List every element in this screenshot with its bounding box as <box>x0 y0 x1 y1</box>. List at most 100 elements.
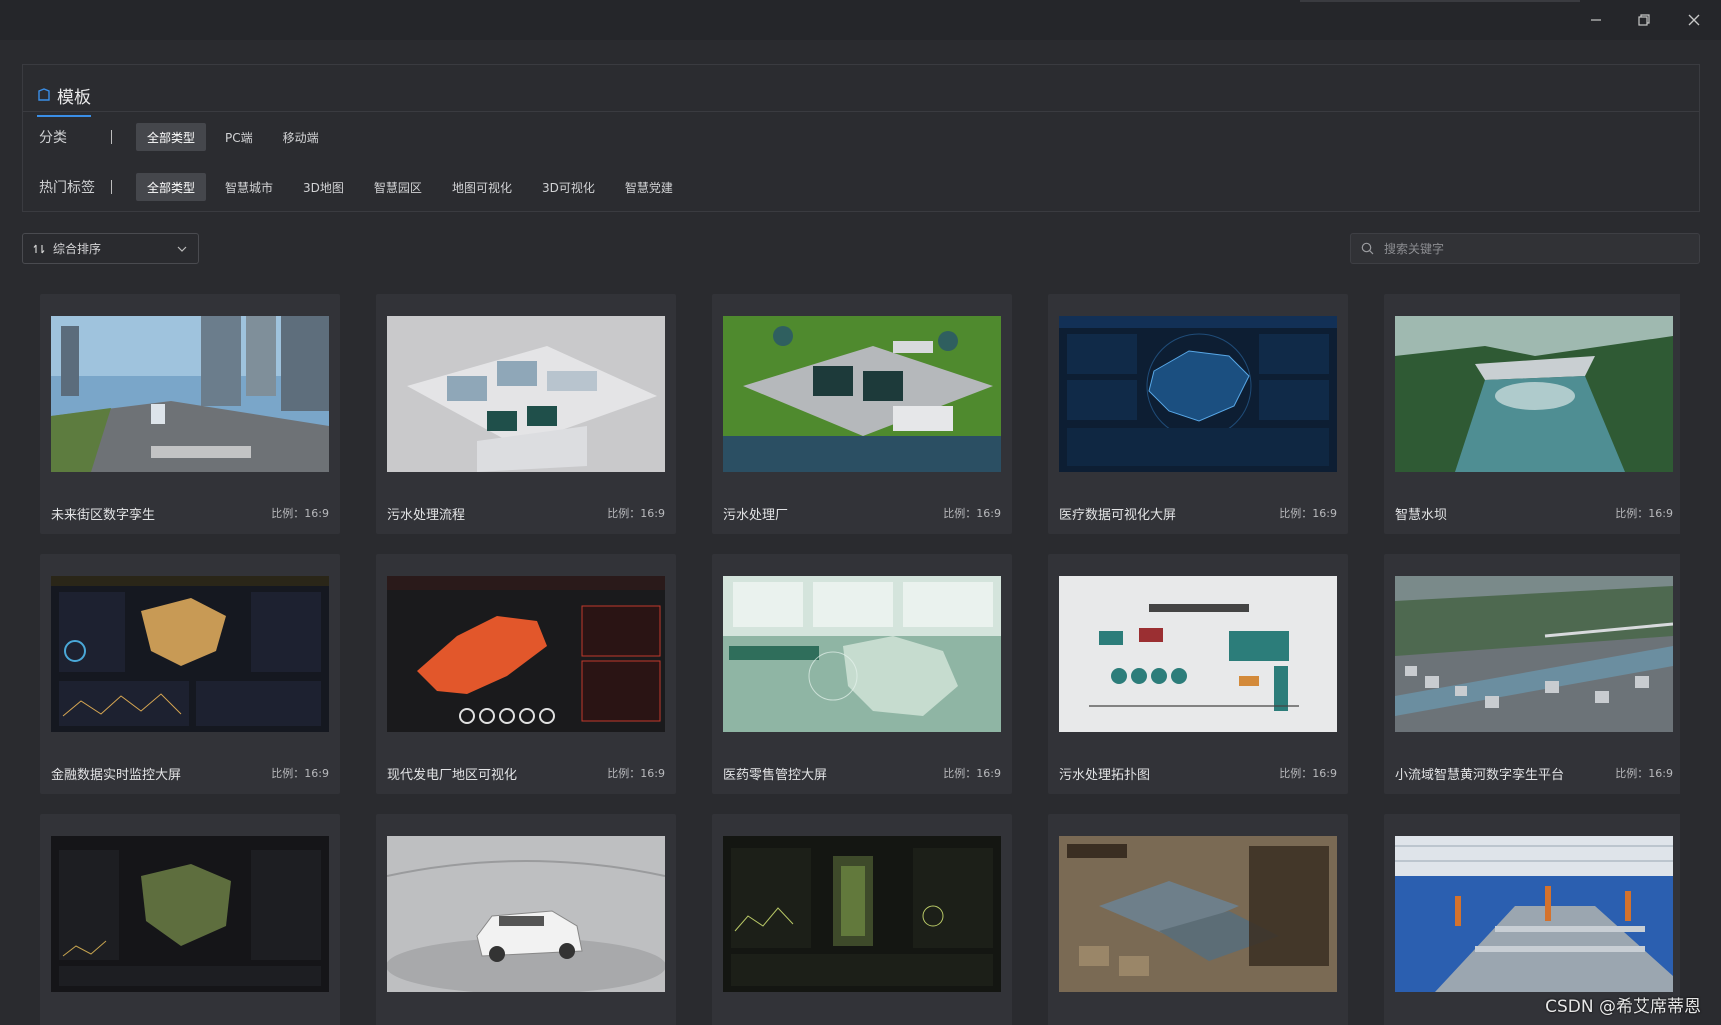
template-card[interactable]: 金融数据实时监控大屏 比例：16:9 <box>40 554 340 794</box>
chevron-down-icon <box>177 246 187 252</box>
template-card-ratio: 比例：16:9 <box>271 767 329 780</box>
search-input[interactable] <box>1382 240 1689 257</box>
template-card-ratio: 比例：16:9 <box>1615 767 1673 780</box>
active-tab-underline <box>37 115 91 117</box>
category-chip-mobile[interactable]: 移动端 <box>272 123 330 151</box>
tag-chip-3d-map[interactable]: 3D地图 <box>292 173 355 201</box>
template-thumbnail[interactable] <box>51 836 329 992</box>
tag-filter-row: 热门标签 全部类型 智慧城市 3D地图 智慧园区 地图可视化 3D可视化 智慧党… <box>39 172 692 202</box>
template-card-title: 现代发电厂地区可视化 <box>387 768 518 783</box>
template-card[interactable]: 污水处理流程 比例：16:9 <box>376 294 676 534</box>
template-card-title: 污水处理拓扑图 <box>1059 768 1151 783</box>
panel-divider <box>23 111 1699 112</box>
template-card-ratio: 比例：16:9 <box>1279 507 1337 520</box>
tag-chip-smart-city[interactable]: 智慧城市 <box>214 173 284 201</box>
template-thumbnail[interactable] <box>387 316 665 472</box>
template-card-ratio: 比例：16:9 <box>1615 507 1673 520</box>
thumbnail-image <box>1059 836 1337 992</box>
thumbnail-image <box>51 836 329 992</box>
tag-chip-smart-party[interactable]: 智慧党建 <box>614 173 684 201</box>
template-card-title: 小流域智慧黄河数字孪生平台 <box>1395 768 1565 783</box>
thumbnail-image <box>1395 576 1673 732</box>
thumbnail-image <box>51 316 329 472</box>
restore-button[interactable] <box>1622 4 1666 36</box>
template-card-title: 污水处理流程 <box>387 508 466 523</box>
template-card-title: 智慧水坝 <box>1395 508 1448 523</box>
template-card-title: 污水处理厂 <box>723 508 789 523</box>
thumbnail-image <box>1059 576 1337 732</box>
tag-separator <box>111 180 112 194</box>
template-thumbnail[interactable] <box>723 576 1001 732</box>
thumbnail-image <box>1059 316 1337 472</box>
thumbnail-image <box>387 316 665 472</box>
template-thumbnail[interactable] <box>1059 316 1337 472</box>
close-icon <box>1688 14 1700 26</box>
template-thumbnail[interactable] <box>723 836 1001 992</box>
category-chip-all[interactable]: 全部类型 <box>136 123 207 151</box>
thumbnail-image <box>387 576 665 732</box>
template-card-title: 医疗数据可视化大屏 <box>1059 508 1177 523</box>
template-card-ratio: 比例：16:9 <box>1279 767 1337 780</box>
template-thumbnail[interactable] <box>1395 576 1673 732</box>
template-card[interactable]: 污水处理拓扑图 比例：16:9 <box>1048 554 1348 794</box>
tag-chip-smart-park[interactable]: 智慧园区 <box>363 173 433 201</box>
template-thumbnail[interactable] <box>387 576 665 732</box>
template-thumbnail[interactable] <box>1059 836 1337 992</box>
search-icon <box>1361 242 1374 255</box>
minimize-button[interactable] <box>1574 4 1618 36</box>
template-filter-panel: 模板 分类 全部类型 PC端 移动端 热门标签 全部类型 智慧城市 3D地图 智… <box>22 64 1700 212</box>
tag-chip-all[interactable]: 全部类型 <box>136 173 207 201</box>
tag-chip-map-visualization[interactable]: 地图可视化 <box>441 173 523 201</box>
template-card-title: 未来街区数字孪生 <box>51 508 156 523</box>
template-thumbnail[interactable] <box>1059 576 1337 732</box>
thumbnail-image <box>51 576 329 732</box>
thumbnail-image <box>387 836 665 992</box>
window-titlebar <box>0 0 1721 40</box>
template-card[interactable]: 医药零售管控大屏 比例：16:9 <box>712 554 1012 794</box>
template-thumbnail[interactable] <box>387 836 665 992</box>
panel-title-text: 模板 <box>57 87 91 108</box>
tag-chip-3d-visualization[interactable]: 3D可视化 <box>531 173 606 201</box>
template-card[interactable]: 污水处理厂 比例：16:9 <box>712 294 1012 534</box>
thumbnail-image <box>723 576 1001 732</box>
category-separator <box>111 130 112 144</box>
template-card-ratio: 比例：16:9 <box>607 507 665 520</box>
template-card-ratio: 比例：16:9 <box>943 767 1001 780</box>
template-thumbnail[interactable] <box>51 316 329 472</box>
watermark: CSDN @希艾席蒂恩 <box>1545 997 1701 1017</box>
template-card-title: 金融数据实时监控大屏 <box>51 768 182 783</box>
template-thumbnail[interactable] <box>51 576 329 732</box>
panel-title: 模板 <box>37 77 91 117</box>
thumbnail-image <box>1395 836 1673 992</box>
template-card[interactable]: 未来街区数字孪生 比例：16:9 <box>40 294 340 534</box>
restore-icon <box>1638 14 1650 26</box>
template-card[interactable]: 现代发电厂地区可视化 比例：16:9 <box>376 554 676 794</box>
sort-dropdown-value: 综合排序 <box>53 242 102 256</box>
template-card-ratio: 比例：16:9 <box>607 767 665 780</box>
template-card[interactable] <box>376 814 676 1025</box>
tag-label: 热门标签 <box>39 180 95 196</box>
template-card[interactable]: 医疗数据可视化大屏 比例：16:9 <box>1048 294 1348 534</box>
template-card-grid: 未来街区数字孪生 比例：16:9 污水处理流程 比例：16:9 污水处理厂 比例：16:9… <box>40 294 1680 1025</box>
template-card[interactable]: 小流域智慧黄河数字孪生平台 比例：16:9 <box>1384 554 1680 794</box>
template-card[interactable] <box>712 814 1012 1025</box>
category-chip-pc[interactable]: PC端 <box>214 123 264 151</box>
template-card-ratio: 比例：16:9 <box>271 507 329 520</box>
thumbnail-image <box>723 836 1001 992</box>
template-thumbnail[interactable] <box>1395 316 1673 472</box>
template-card-ratio: 比例：16:9 <box>943 507 1001 520</box>
sort-dropdown[interactable]: 综合排序 <box>22 233 199 264</box>
close-button[interactable] <box>1672 4 1716 36</box>
thumbnail-image <box>1395 316 1673 472</box>
titlebar-accent-line <box>1300 0 1580 2</box>
template-card[interactable]: 智慧水坝 比例：16:9 <box>1384 294 1680 534</box>
template-card-title: 医药零售管控大屏 <box>723 768 828 783</box>
template-thumbnail[interactable] <box>723 316 1001 472</box>
search-box[interactable] <box>1350 233 1700 264</box>
thumbnail-image <box>723 316 1001 472</box>
category-label: 分类 <box>39 130 67 146</box>
template-card[interactable] <box>1048 814 1348 1025</box>
template-card[interactable] <box>40 814 340 1025</box>
template-icon <box>38 88 50 101</box>
template-thumbnail[interactable] <box>1395 836 1673 992</box>
